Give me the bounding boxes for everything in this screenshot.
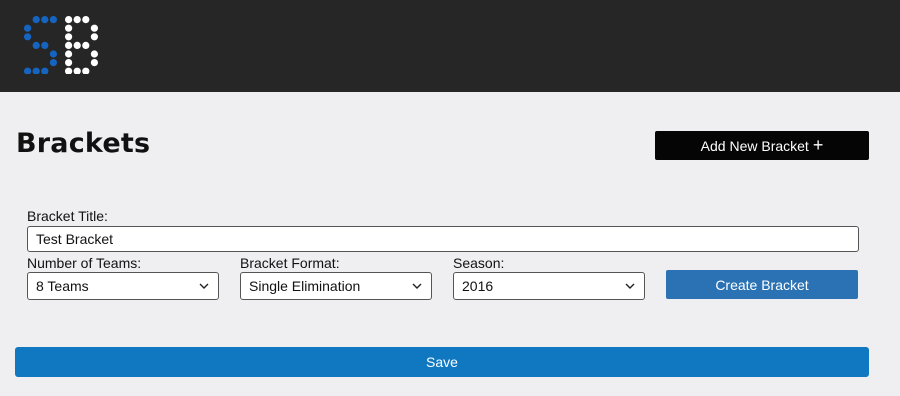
logo-dot — [65, 50, 73, 58]
logo-dot — [73, 41, 81, 49]
add-new-bracket-button[interactable]: Add New Bracket + — [655, 131, 869, 160]
logo-dot — [32, 16, 40, 24]
logo-dot — [82, 67, 90, 74]
logo-dot — [65, 67, 73, 74]
number-of-teams-value: 8 Teams — [36, 278, 89, 294]
logo-dot — [90, 59, 98, 67]
sb-logo-icon[interactable] — [24, 14, 104, 74]
logo-dot — [41, 16, 49, 24]
logo-dot — [65, 33, 73, 41]
logo-dot — [73, 67, 81, 74]
top-bar — [0, 0, 900, 92]
logo-dot — [49, 16, 57, 24]
logo-dot — [65, 24, 73, 32]
logo-dot — [32, 67, 40, 74]
season-select[interactable]: 2016 — [453, 272, 645, 300]
number-of-teams-label: Number of Teams: — [27, 255, 142, 271]
logo-dot — [82, 16, 90, 24]
logo-dot — [49, 50, 57, 58]
season-value: 2016 — [462, 278, 494, 294]
bracket-format-select[interactable]: Single Elimination — [240, 272, 432, 300]
season-label: Season: — [453, 255, 505, 271]
logo-dot — [24, 33, 32, 41]
logo-dot — [24, 67, 32, 74]
logo-dot — [49, 59, 57, 67]
chevron-down-icon — [624, 280, 636, 292]
bracket-title-input[interactable] — [27, 226, 859, 252]
bracket-format-value: Single Elimination — [249, 278, 361, 294]
save-button[interactable]: Save — [15, 347, 869, 377]
page-title: Brackets — [16, 128, 151, 159]
logo-dot — [32, 41, 40, 49]
bracket-title-label: Bracket Title: — [27, 208, 108, 224]
logo-dot — [24, 24, 32, 32]
chevron-down-icon — [411, 280, 423, 292]
logo-dot — [41, 67, 49, 74]
logo-dot — [82, 41, 90, 49]
logo-dot — [65, 59, 73, 67]
logo-dot — [41, 41, 49, 49]
logo-dot — [65, 16, 73, 24]
plus-icon: + — [812, 134, 824, 155]
number-of-teams-select[interactable]: 8 Teams — [27, 272, 219, 300]
add-new-bracket-label: Add New Bracket — [700, 137, 809, 154]
logo-dot — [90, 24, 98, 32]
logo-dot — [90, 50, 98, 58]
logo-dot — [73, 16, 81, 24]
bracket-format-label: Bracket Format: — [240, 255, 340, 271]
logo-dot — [65, 41, 73, 49]
logo-dot — [90, 33, 98, 41]
chevron-down-icon — [198, 280, 210, 292]
create-bracket-button[interactable]: Create Bracket — [666, 270, 858, 299]
